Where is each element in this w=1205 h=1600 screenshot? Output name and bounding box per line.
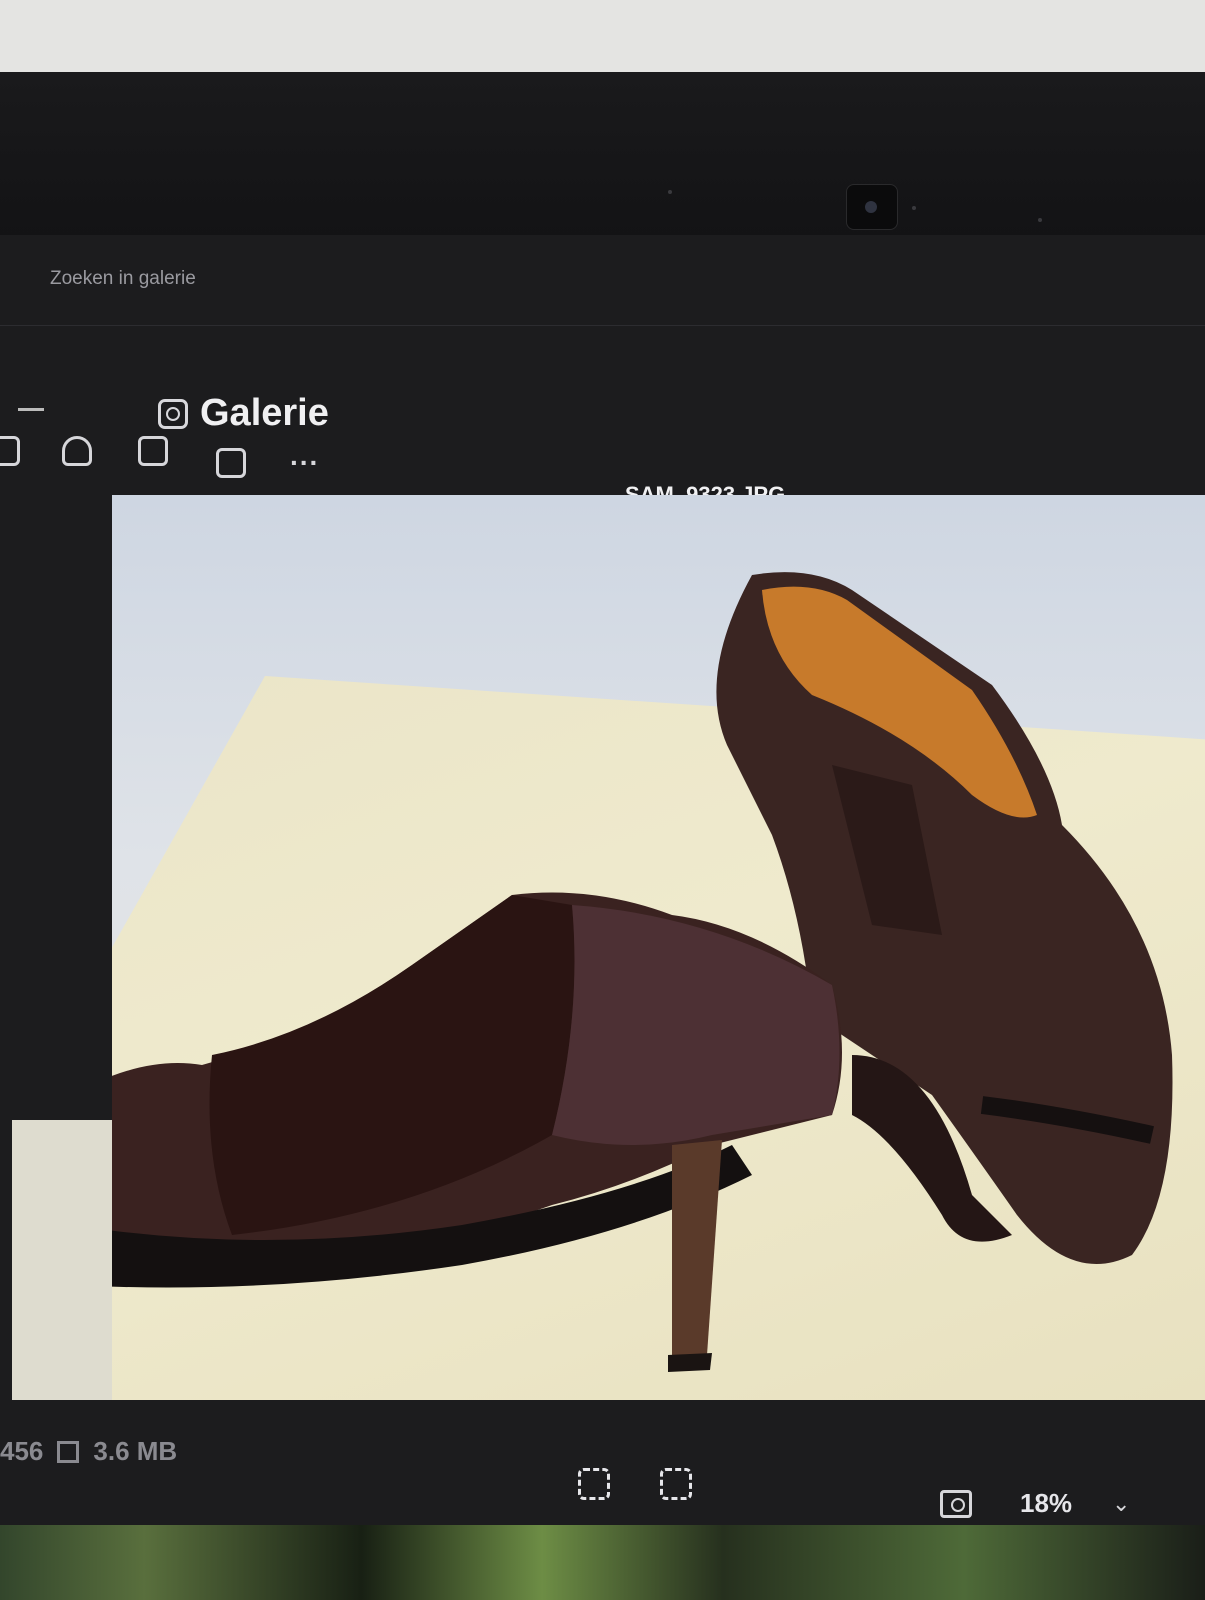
bezel-top bbox=[0, 72, 1205, 262]
bezel-dot bbox=[668, 190, 672, 194]
app-title: Galerie bbox=[158, 392, 329, 435]
taskbar-thumbnails bbox=[0, 1525, 1205, 1600]
zoom-control: 18% ⌄ bbox=[940, 1488, 1130, 1519]
image-dimensions: 456 bbox=[0, 1436, 44, 1466]
app-title-text: Galerie bbox=[200, 392, 329, 434]
photo-edge bbox=[12, 1120, 122, 1400]
webcam-icon bbox=[846, 184, 898, 230]
print-icon[interactable] bbox=[62, 436, 92, 466]
actual-size-icon[interactable] bbox=[660, 1468, 692, 1500]
photo-view[interactable] bbox=[112, 495, 1205, 1400]
bezel-dot bbox=[912, 206, 916, 210]
photo-boots bbox=[112, 572, 1173, 1372]
boot-front bbox=[112, 892, 842, 1372]
chevron-down-icon[interactable]: ⌄ bbox=[1112, 1491, 1130, 1517]
toolbar: ... bbox=[0, 436, 360, 478]
status-bar-info: 456 3.6 MB bbox=[0, 1436, 177, 1467]
disk-icon bbox=[57, 1440, 80, 1463]
title-bar-divider bbox=[0, 325, 1205, 326]
file-size: 3.6 MB bbox=[93, 1436, 178, 1466]
camera-icon[interactable] bbox=[940, 1489, 972, 1518]
boot-back bbox=[716, 572, 1173, 1264]
bezel-dot bbox=[1038, 218, 1042, 222]
rotate-icon[interactable] bbox=[0, 436, 20, 466]
slideshow-icon[interactable] bbox=[216, 448, 246, 478]
zoom-level[interactable]: 18% bbox=[1020, 1488, 1072, 1519]
more-icon[interactable]: ... bbox=[290, 442, 319, 470]
search-input[interactable]: Zoeken in galerie bbox=[50, 268, 196, 290]
gallery-icon bbox=[158, 398, 188, 429]
minimize-icon[interactable] bbox=[18, 408, 44, 411]
fit-to-window-icon[interactable] bbox=[578, 1468, 610, 1500]
share-icon[interactable] bbox=[138, 436, 168, 466]
